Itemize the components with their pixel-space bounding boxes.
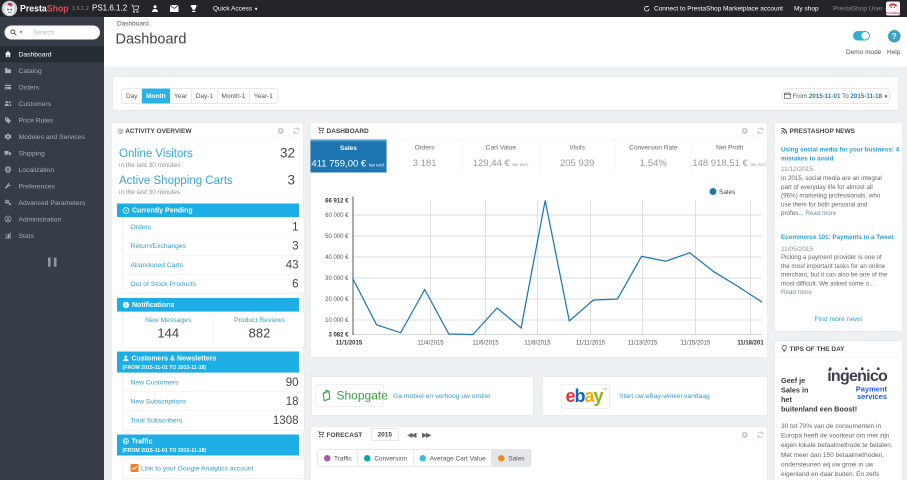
svg-text:11/6/2015: 11/6/2015	[472, 341, 499, 347]
svg-text:11/18/201: 11/18/201	[737, 341, 764, 347]
svg-text:3 082 €: 3 082 €	[328, 333, 349, 339]
svg-text:Sales: Sales	[719, 189, 736, 196]
svg-text:11/8/2015: 11/8/2015	[524, 341, 551, 347]
svg-text:66 912 €: 66 912 €	[325, 199, 349, 205]
svg-text:40 000 €: 40 000 €	[325, 255, 349, 261]
svg-text:11/4/2015: 11/4/2015	[417, 341, 444, 347]
svg-text:20 000 €: 20 000 €	[325, 297, 349, 303]
svg-text:60 000 €: 60 000 €	[325, 213, 349, 219]
svg-text:11/15/2015: 11/15/2015	[681, 341, 711, 347]
svg-text:11/11/2015: 11/11/2015	[576, 341, 606, 347]
svg-text:11/13/2015: 11/13/2015	[628, 341, 658, 347]
svg-text:30 000 €: 30 000 €	[325, 276, 349, 282]
svg-text:11/1/2015: 11/1/2015	[336, 341, 363, 347]
svg-text:50 000 €: 50 000 €	[325, 234, 349, 240]
svg-text:10 000 €: 10 000 €	[325, 318, 349, 324]
svg-text:PrestaShop: PrestaShop	[886, 12, 900, 15]
